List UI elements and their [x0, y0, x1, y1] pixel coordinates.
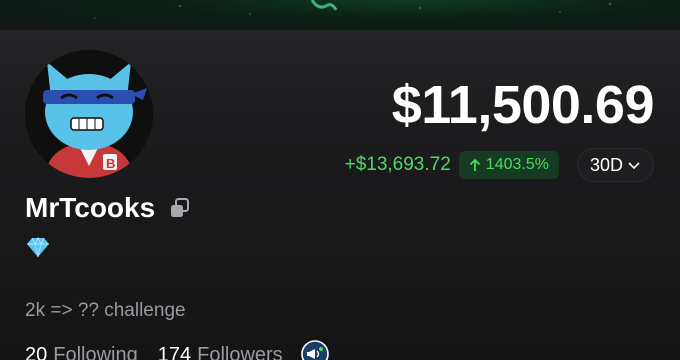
followers-count[interactable]: 174 [158, 344, 191, 360]
copy-icon[interactable] [169, 197, 191, 219]
followers-label[interactable]: Followers [197, 344, 283, 360]
follow-stats: 20 Following 174 Followers [25, 340, 329, 360]
pnl-amount: +$13,693.72 [344, 154, 451, 175]
following-label[interactable]: Following [53, 344, 137, 360]
megaphone-badge-icon[interactable] [300, 340, 329, 360]
chevron-down-icon [628, 162, 640, 170]
arrow-up-icon [469, 158, 480, 171]
pct-change-badge: 1403.5% [458, 151, 559, 179]
pct-change-value: 1403.5% [485, 156, 549, 173]
portfolio-balance: $11,500.69 [391, 75, 655, 135]
profile-bio: 2k => ?? challenge [25, 300, 186, 321]
profile-card: B $11,500.69 +$13,693.72 1403.5% 30D MrT… [0, 30, 680, 360]
avatar[interactable]: B [25, 50, 153, 178]
period-selector[interactable]: 30D [576, 148, 654, 182]
avatar-character-icon: B [25, 50, 153, 178]
pnl-row: +$13,693.72 1403.5% 30D [345, 148, 654, 182]
svg-text:B: B [106, 156, 115, 171]
diamond-icon [27, 236, 49, 258]
profile-banner [0, 0, 680, 30]
following-count[interactable]: 20 [25, 344, 47, 360]
period-label: 30D [589, 154, 623, 175]
username-row: MrTcooks [25, 192, 191, 224]
username: MrTcooks [25, 192, 156, 223]
